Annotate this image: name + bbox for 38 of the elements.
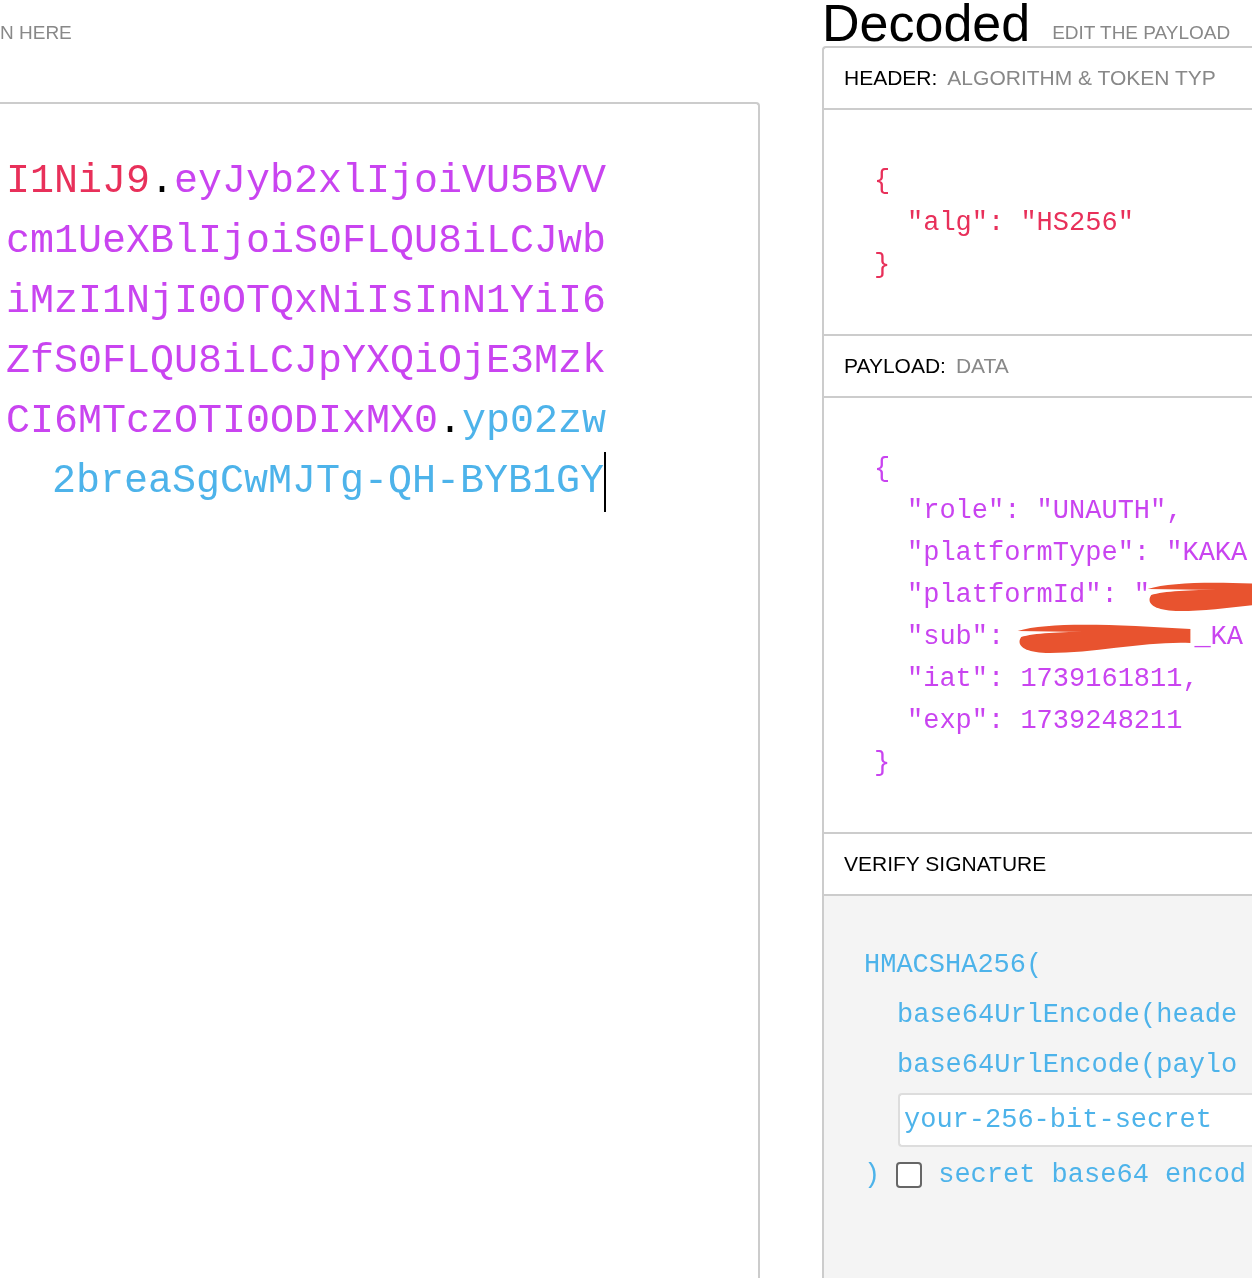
secret-input[interactable]: your-256-bit-secret xyxy=(898,1093,1252,1147)
section-label: PAYLOAD: xyxy=(844,354,946,378)
checkbox[interactable] xyxy=(896,1162,923,1188)
code-line: base64UrlEncode(heade xyxy=(897,999,1238,1032)
token-text: CI6MTczOTI0ODIxMX0 xyxy=(5,399,438,444)
token-text: ZfS0FLQU8iLCJpYXQiOjE3Mzk xyxy=(5,339,606,384)
section-sublabel: ALGORITHM & TOKEN TYP xyxy=(947,66,1216,90)
code-line: "role": "UNAUTH", xyxy=(907,495,1183,528)
code-line: { xyxy=(874,165,892,198)
token-text: cm1UeXBlIjoiS0FLQU8iLCJwb xyxy=(5,219,606,264)
code-line: _KA xyxy=(1194,621,1244,654)
section-label: N HERE xyxy=(0,22,72,43)
code-line: HMACSHA256( xyxy=(864,949,1044,982)
token-text: iMzI1NjI0OTQxNiIsInN1YiI6 xyxy=(5,279,606,324)
code-line: "platformType": "KAKA xyxy=(907,537,1248,570)
code-line: "platformId": " xyxy=(907,579,1151,612)
section-hint: EDIT THE PAYLOAD xyxy=(1052,22,1231,44)
section-title: Decoded xyxy=(822,0,1031,46)
token-editor[interactable]: I1NiJ9.eyJyb2xlIjoiVU5BVV cm1UeXBlIjoiS0FLQU8iLCJwb iMzI1NjI0OTQxNiIsInN1YiI6 ZfS0FLQU8iLCJpYXQiOjE3Mzk CI6MTczOTI0ODIxMX0.yp02zw 2breaSgCwMJTg-QH-BYB1GY xyxy=(0,102,760,1278)
checkbox-label[interactable]: secret base64 encod xyxy=(938,1150,1247,1200)
section-label: HEADER: xyxy=(844,66,938,90)
code-line: "iat": 1739161811, xyxy=(907,663,1199,696)
code-line: "sub": xyxy=(907,621,1006,654)
section-label: VERIFY SIGNATURE xyxy=(844,852,1047,876)
token-text: I1NiJ9 xyxy=(5,159,150,204)
code-line: { xyxy=(874,453,892,486)
code-line: base64UrlEncode(paylo xyxy=(897,1049,1238,1082)
section-sublabel: DATA xyxy=(955,354,1009,378)
code-line: ) xyxy=(864,1159,881,1192)
token-text: . xyxy=(437,399,462,444)
code-line: } xyxy=(874,249,892,282)
code-line: "alg": "HS256" xyxy=(907,207,1134,240)
token-text: eyJyb2xlIjoiVU5BVV xyxy=(173,159,606,204)
token-text: yp02zw xyxy=(461,399,606,444)
code-line: } xyxy=(874,747,892,780)
token-text: . xyxy=(149,159,174,204)
token-text: 2breaSgCwMJTg-QH-BYB1GY xyxy=(51,459,604,504)
code-line: "exp": 1739248211 xyxy=(907,705,1183,738)
